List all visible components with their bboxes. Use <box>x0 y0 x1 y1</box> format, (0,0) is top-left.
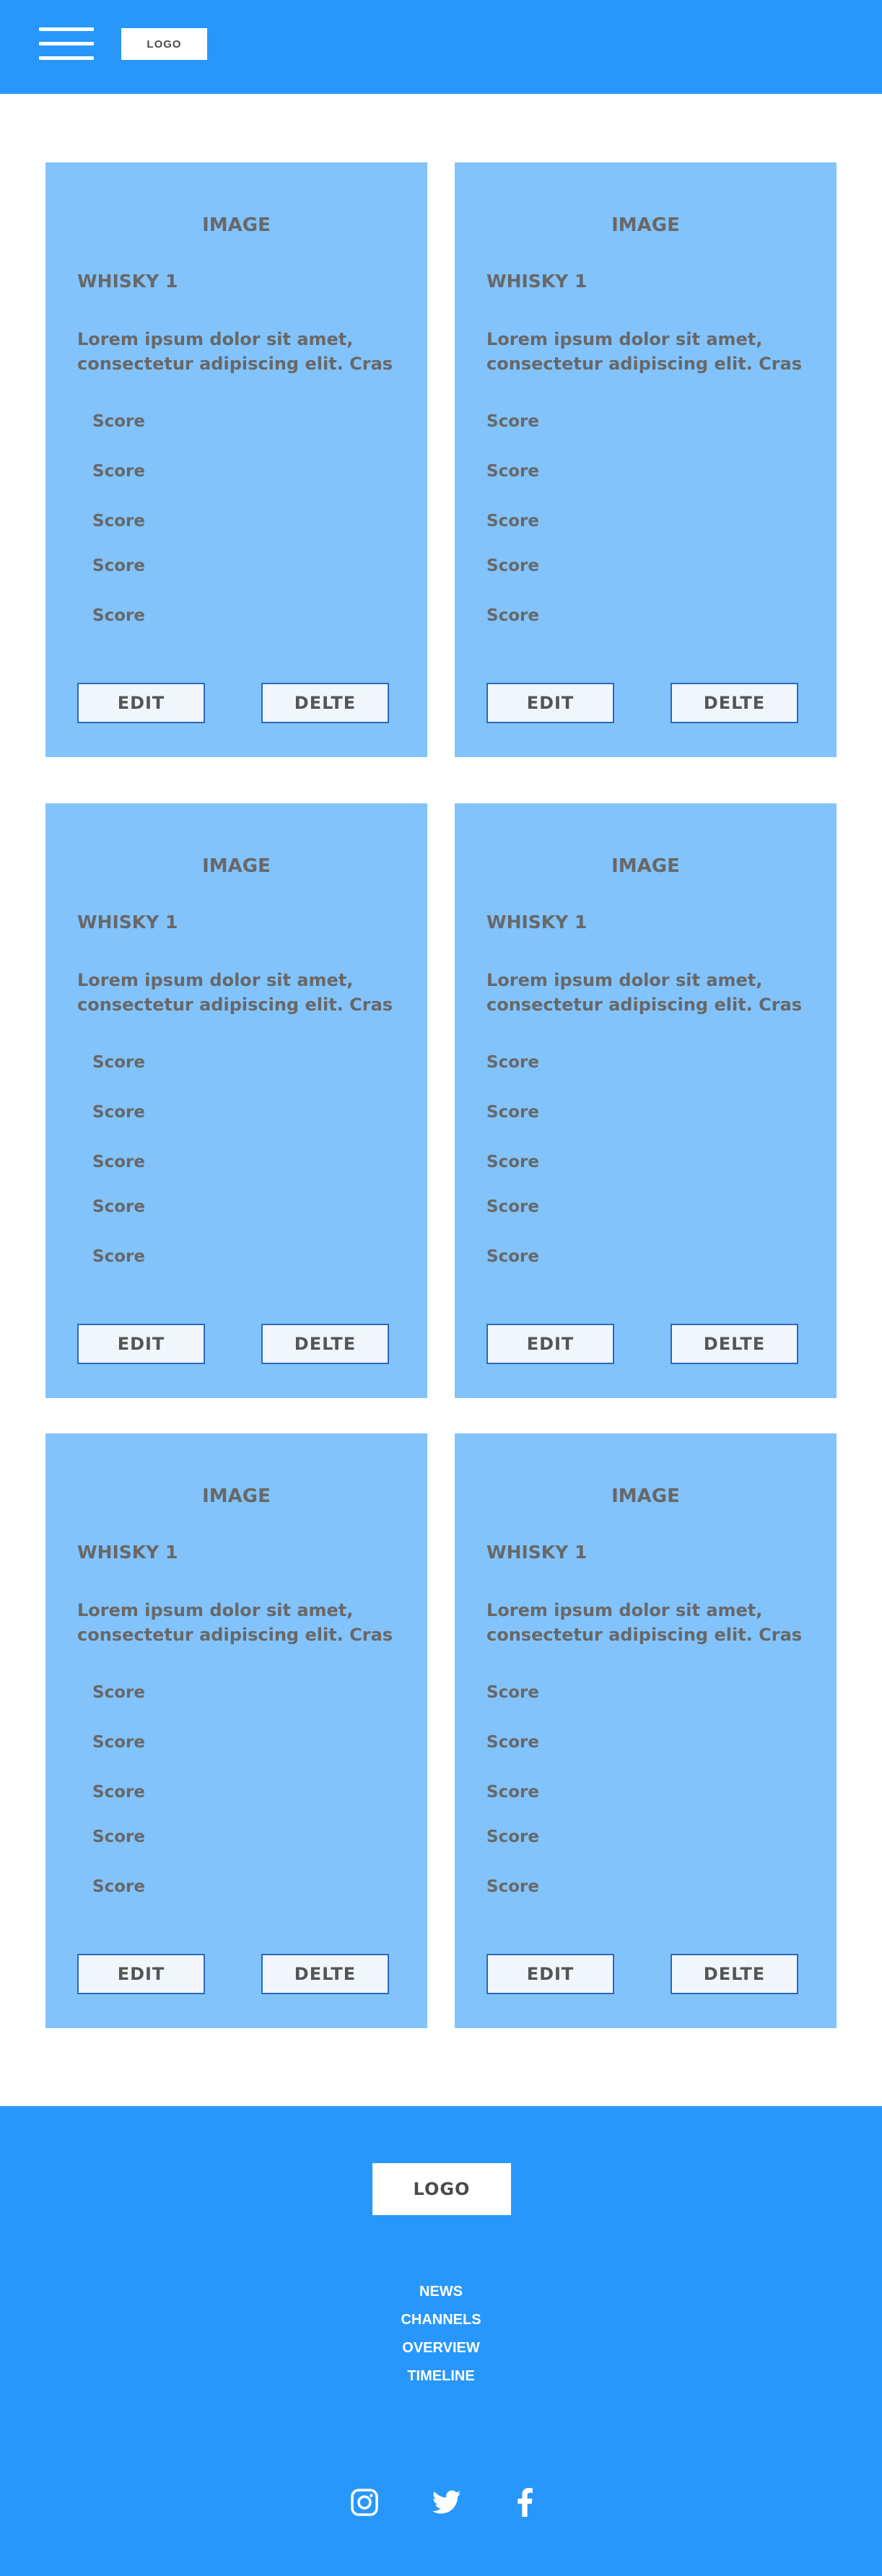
card-title: WHISKY 1 <box>486 271 588 292</box>
card-score: Score <box>486 1153 539 1171</box>
card-image-placeholder: IMAGE <box>202 1485 271 1507</box>
card-description: Lorem ipsum dolor sit amet, consectetur … <box>486 1600 803 1645</box>
card-description: Lorem ipsum dolor sit amet, consectetur … <box>77 970 393 1015</box>
site-header: LOGO <box>0 0 882 94</box>
delete-button[interactable]: DELTE <box>671 1954 798 1994</box>
card-score: Score <box>486 1103 539 1122</box>
card-score: Score <box>486 1247 539 1266</box>
instagram-icon[interactable] <box>349 2487 380 2518</box>
card-score: Score <box>92 1247 145 1266</box>
header-logo[interactable]: LOGO <box>121 28 207 60</box>
edit-button[interactable]: EDIT <box>77 683 205 723</box>
footer-logo[interactable]: LOGO <box>372 2163 511 2215</box>
card-score: Score <box>92 1828 145 1846</box>
edit-button[interactable]: EDIT <box>486 1954 614 1994</box>
card-score: Score <box>92 1153 145 1171</box>
card-score: Score <box>486 556 539 575</box>
card-title: WHISKY 1 <box>77 1542 178 1563</box>
facebook-icon[interactable] <box>510 2487 540 2518</box>
card-score: Score <box>486 1053 539 1072</box>
card-title: WHISKY 1 <box>77 271 178 292</box>
card-image-placeholder: IMAGE <box>611 214 680 236</box>
card-score: Score <box>486 606 539 625</box>
card-score: Score <box>486 1877 539 1896</box>
site-footer: LOGO NEWS CHANNELS OVERVIEW TIMELINE <box>0 2106 882 2576</box>
edit-button[interactable]: EDIT <box>486 1324 614 1364</box>
card-image-placeholder: IMAGE <box>202 855 271 877</box>
whisky-card: IMAGE WHISKY 1 Lorem ipsum dolor sit ame… <box>45 803 427 1398</box>
card-image-placeholder: IMAGE <box>611 855 680 877</box>
card-score: Score <box>92 1053 145 1072</box>
card-description: Lorem ipsum dolor sit amet, consectetur … <box>77 1600 393 1645</box>
delete-button[interactable]: DELTE <box>671 1324 798 1364</box>
card-score: Score <box>486 1828 539 1846</box>
card-score: Score <box>92 606 145 625</box>
whisky-card: IMAGE WHISKY 1 Lorem ipsum dolor sit ame… <box>45 162 427 757</box>
card-image-placeholder: IMAGE <box>611 1485 680 1507</box>
card-title: WHISKY 1 <box>486 912 588 933</box>
card-score: Score <box>92 1877 145 1896</box>
card-score: Score <box>92 1783 145 1802</box>
card-score: Score <box>486 462 539 481</box>
whisky-card: IMAGE WHISKY 1 Lorem ipsum dolor sit ame… <box>455 1433 837 2028</box>
card-score: Score <box>92 1197 145 1216</box>
footer-nav: NEWS CHANNELS OVERVIEW TIMELINE <box>0 2278 882 2391</box>
card-score: Score <box>486 1733 539 1752</box>
whisky-card: IMAGE WHISKY 1 Lorem ipsum dolor sit ame… <box>455 162 837 757</box>
card-score: Score <box>92 512 145 531</box>
card-score: Score <box>486 1683 539 1702</box>
footer-link-news[interactable]: NEWS <box>0 2278 882 2306</box>
card-score: Score <box>486 512 539 531</box>
card-score: Score <box>92 1733 145 1752</box>
twitter-icon[interactable] <box>432 2487 462 2518</box>
footer-link-channels[interactable]: CHANNELS <box>0 2306 882 2334</box>
edit-button[interactable]: EDIT <box>77 1324 205 1364</box>
card-description: Lorem ipsum dolor sit amet, consectetur … <box>486 329 803 374</box>
whisky-card: IMAGE WHISKY 1 Lorem ipsum dolor sit ame… <box>455 803 837 1398</box>
card-title: WHISKY 1 <box>486 1542 588 1563</box>
card-score: Score <box>486 1197 539 1216</box>
delete-button[interactable]: DELTE <box>261 1324 389 1364</box>
footer-link-timeline[interactable]: TIMELINE <box>0 2362 882 2391</box>
delete-button[interactable]: DELTE <box>261 683 389 723</box>
card-title: WHISKY 1 <box>77 912 178 933</box>
card-score: Score <box>486 1783 539 1802</box>
card-score: Score <box>92 556 145 575</box>
hamburger-menu-icon[interactable] <box>39 27 94 61</box>
card-score: Score <box>92 1103 145 1122</box>
delete-button[interactable]: DELTE <box>261 1954 389 1994</box>
card-score: Score <box>92 462 145 481</box>
delete-button[interactable]: DELTE <box>671 683 798 723</box>
card-score: Score <box>92 1683 145 1702</box>
footer-link-overview[interactable]: OVERVIEW <box>0 2334 882 2362</box>
card-description: Lorem ipsum dolor sit amet, consectetur … <box>77 329 393 374</box>
edit-button[interactable]: EDIT <box>486 683 614 723</box>
card-score: Score <box>92 412 145 431</box>
card-score: Score <box>486 412 539 431</box>
card-description: Lorem ipsum dolor sit amet, consectetur … <box>486 970 803 1015</box>
card-image-placeholder: IMAGE <box>202 214 271 236</box>
edit-button[interactable]: EDIT <box>77 1954 205 1994</box>
whisky-card: IMAGE WHISKY 1 Lorem ipsum dolor sit ame… <box>45 1433 427 2028</box>
